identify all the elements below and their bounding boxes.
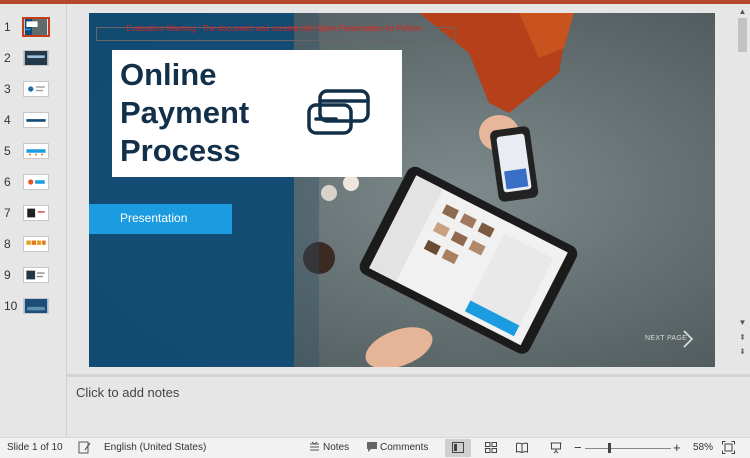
slide-thumbnail-image <box>23 174 49 190</box>
presentation-label-bar[interactable]: Presentation <box>89 204 232 234</box>
slide-thumbnail-image <box>22 17 50 37</box>
slide-thumbnail-1[interactable]: 1 <box>0 16 67 40</box>
notes-button[interactable]: Notes <box>323 442 349 453</box>
slide-thumbnail-5[interactable]: 5 <box>0 140 67 164</box>
slide-number: 7 <box>4 206 11 220</box>
normal-view-icon <box>452 442 464 453</box>
scroll-up-icon[interactable]: ▲ <box>737 6 748 17</box>
notes-icon <box>310 441 319 451</box>
comments-button[interactable]: Comments <box>380 442 428 453</box>
comments-icon <box>367 442 377 452</box>
slide-thumbnail-10[interactable]: 10 <box>0 295 67 319</box>
slide-show-button[interactable] <box>543 439 569 457</box>
language-indicator[interactable]: English (United States) <box>104 442 206 453</box>
slide-number: 8 <box>4 237 11 251</box>
slide-thumbnail-9[interactable]: 9 <box>0 264 67 288</box>
evaluation-warning-text: Evaluation Warning : The document was cr… <box>126 24 422 33</box>
scrollbar-thumb[interactable] <box>738 18 747 52</box>
slide-thumbnail-4[interactable]: 4 <box>0 109 67 133</box>
slide-thumbnail-pane[interactable]: 1 2 3 4 5 6 7 8 9 10 <box>0 4 67 437</box>
spelling-check-icon[interactable] <box>78 441 91 454</box>
slide-number: 6 <box>4 175 11 189</box>
slide-number: 5 <box>4 144 11 158</box>
zoom-in-button[interactable]: + <box>673 440 681 455</box>
slide-thumbnail-image <box>23 112 49 128</box>
slide-thumbnail-image <box>23 143 49 159</box>
title-box[interactable]: Online Payment Process <box>112 50 402 177</box>
reading-view-icon <box>516 442 528 453</box>
slide-number: 1 <box>4 20 11 34</box>
slide-number: 3 <box>4 82 11 96</box>
vertical-scrollbar[interactable]: ▲ ▼ ⇞ ⇟ <box>735 4 750 370</box>
slide-number: 2 <box>4 51 11 65</box>
slide-thumbnail-image <box>23 81 49 97</box>
zoom-slider-track[interactable] <box>585 448 671 449</box>
reading-view-button[interactable] <box>509 439 535 457</box>
credit-card-icon <box>307 89 370 135</box>
slide-thumbnail-6[interactable]: 6 <box>0 171 67 195</box>
fit-to-window-icon[interactable] <box>722 441 735 454</box>
slide-show-icon <box>550 442 562 454</box>
slide-thumbnail-8[interactable]: 8 <box>0 233 67 257</box>
previous-slide-icon[interactable]: ⇞ <box>737 332 748 343</box>
zoom-slider-thumb[interactable] <box>608 443 611 453</box>
scroll-down-icon[interactable]: ▼ <box>737 317 748 328</box>
slide-number: 4 <box>4 113 11 127</box>
slide-canvas[interactable]: Online Payment Process Evaluation Warnin… <box>89 13 715 367</box>
slide-sorter-icon <box>485 442 497 453</box>
slide-counter: Slide 1 of 10 <box>7 442 63 453</box>
slide-thumbnail-image <box>23 267 49 283</box>
slide-thumbnail-image <box>23 236 49 252</box>
presentation-label: Presentation <box>120 211 188 225</box>
normal-view-button[interactable] <box>445 439 471 457</box>
slide-thumbnail-7[interactable]: 7 <box>0 202 67 226</box>
slide-thumbnail-3[interactable]: 3 <box>0 78 67 102</box>
zoom-percentage[interactable]: 58% <box>693 442 713 453</box>
slide-sorter-button[interactable] <box>478 439 504 457</box>
slide-thumbnail-image <box>23 298 49 314</box>
slide-thumbnail-2[interactable]: 2 <box>0 47 67 71</box>
status-bar: Slide 1 of 10 English (United States) No… <box>0 437 750 458</box>
notes-placeholder[interactable]: Click to add notes <box>76 385 179 400</box>
slide-title[interactable]: Online Payment Process <box>120 56 320 170</box>
notes-pane[interactable]: Click to add notes <box>67 377 750 437</box>
zoom-out-button[interactable]: − <box>574 440 582 455</box>
slide-number: 9 <box>4 268 11 282</box>
slide-number: 10 <box>4 299 18 313</box>
next-slide-icon[interactable]: ⇟ <box>737 346 748 357</box>
chevron-right-icon[interactable] <box>681 329 695 349</box>
slide-thumbnail-image <box>23 50 49 66</box>
slide-thumbnail-image <box>23 205 49 221</box>
